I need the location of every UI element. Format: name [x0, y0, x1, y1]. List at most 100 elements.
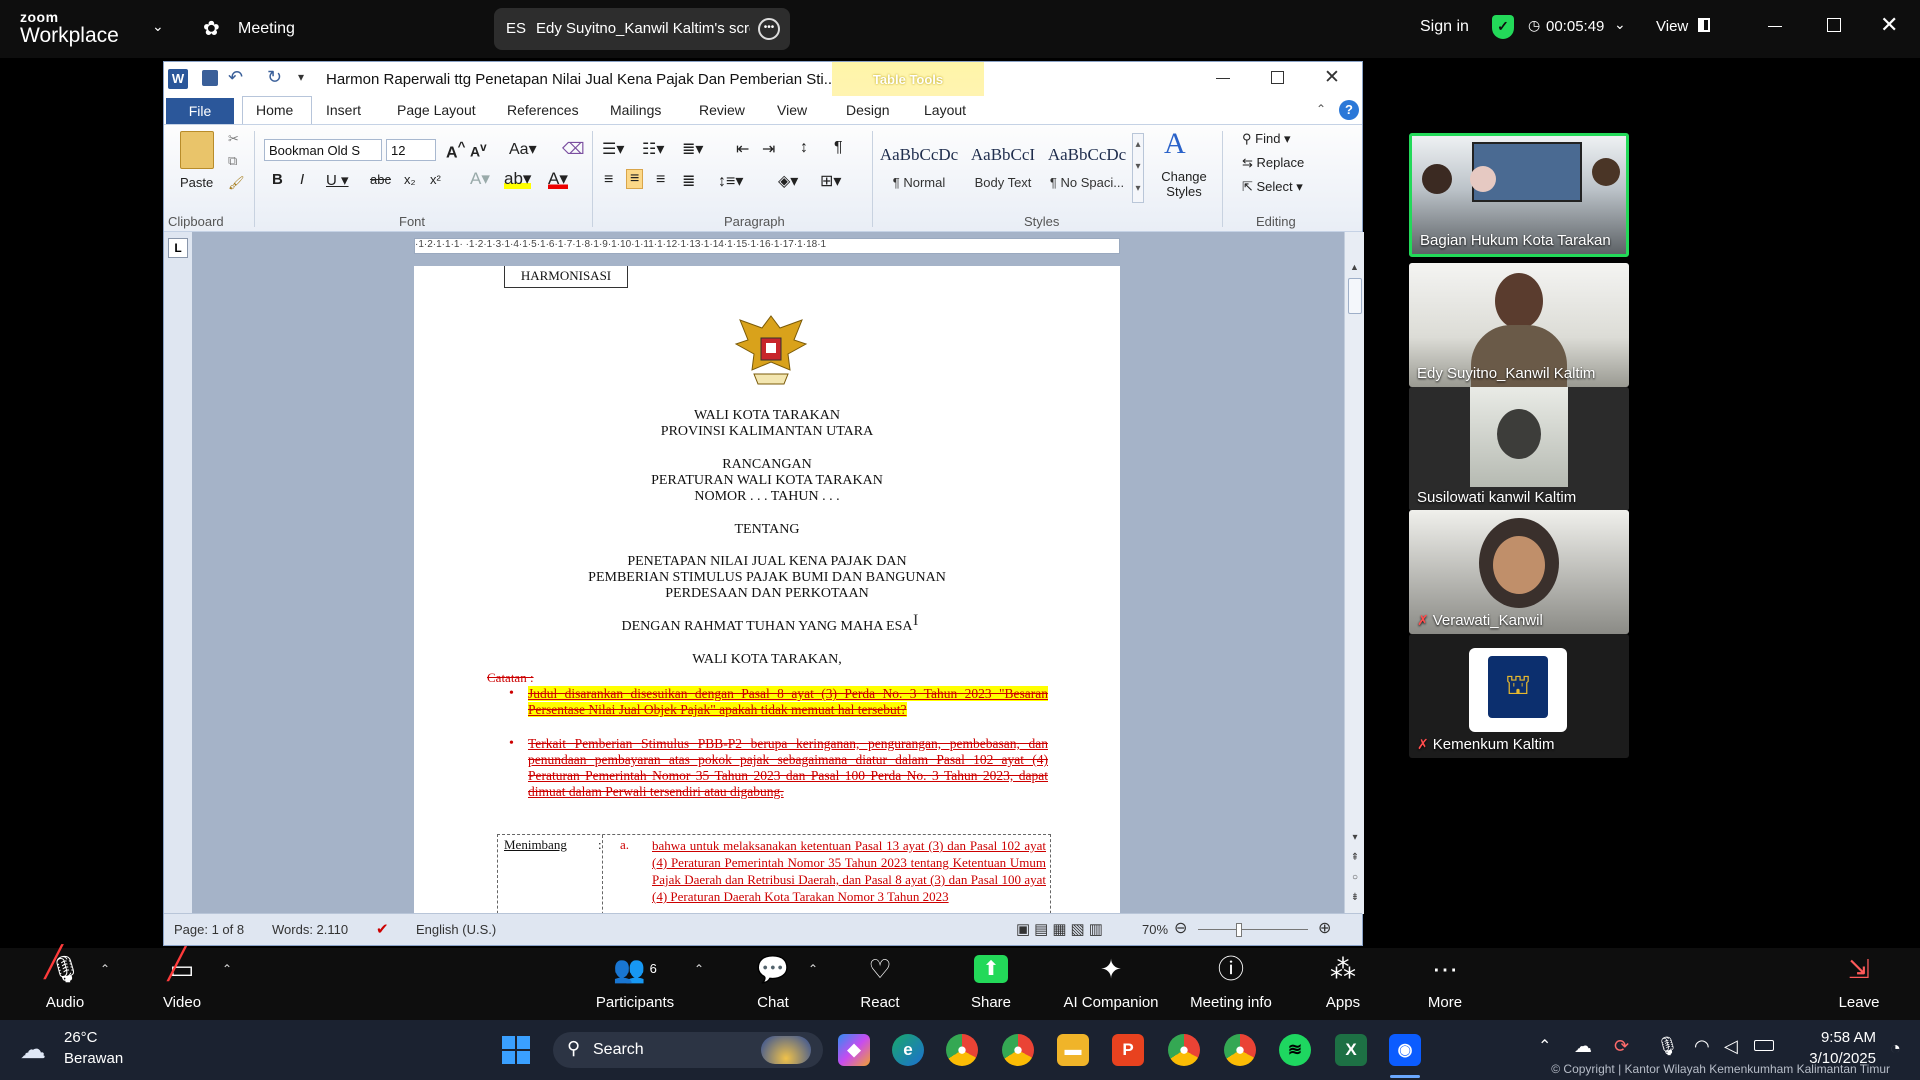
minimize-icon[interactable] [1768, 26, 1782, 27]
tab-mailings[interactable]: Mailings [610, 102, 661, 118]
qat-dropdown-icon[interactable]: ▾ [298, 70, 304, 84]
shield-check-icon[interactable]: ✓ [1492, 15, 1514, 39]
microphone-icon[interactable]: 🎙 [1656, 1036, 1679, 1057]
tray-chevron-icon[interactable]: ⌃ [1538, 1036, 1551, 1056]
chevron-down-icon[interactable]: ⌄ [152, 18, 164, 35]
spotify-icon[interactable]: ≋ [1279, 1034, 1311, 1066]
style-body-text[interactable]: AaBbCcI Body Text [962, 133, 1044, 203]
zoom-out-icon[interactable]: ⊖ [1174, 918, 1187, 938]
browse-object-icon[interactable]: ▾ ⇞ ○ ⇟ [1345, 828, 1365, 908]
justify-icon[interactable]: ≣ [682, 171, 695, 191]
document-page[interactable]: HARMONISASI WALI KOTA TARAKAN PROVINSI K… [414, 266, 1120, 914]
collapse-ribbon-icon[interactable]: ⌃ [1316, 102, 1326, 116]
close-icon[interactable]: ✕ [1880, 12, 1898, 38]
find-button[interactable]: ⚲ Find ▾ [1242, 131, 1291, 147]
copy-icon[interactable]: ⧉ [228, 153, 237, 169]
align-right-icon[interactable]: ≡ [656, 171, 665, 189]
line-spacing-icon[interactable]: ↕≡▾ [718, 171, 743, 191]
chrome-profile-icon[interactable]: ● [1224, 1034, 1256, 1066]
onedrive-icon[interactable]: ☁ [1574, 1036, 1592, 1057]
help-icon[interactable]: ? [1339, 100, 1359, 120]
word-count[interactable]: Words: 2.110 [272, 922, 348, 937]
start-icon[interactable] [502, 1036, 530, 1064]
sign-in-link[interactable]: Sign in [1420, 18, 1469, 36]
edge-icon[interactable]: e [892, 1034, 924, 1066]
excel-icon[interactable]: X [1335, 1034, 1367, 1066]
show-marks-icon[interactable]: ¶ [834, 139, 843, 157]
word-app-icon[interactable]: W [168, 69, 188, 89]
scroll-thumb[interactable] [1347, 278, 1362, 314]
paste-button[interactable]: Paste [180, 175, 213, 190]
bullets-icon[interactable]: ☰▾ [602, 139, 624, 159]
highlight-icon[interactable]: ab▾ [504, 169, 532, 189]
proofing-icon[interactable]: ✔ [376, 920, 389, 938]
share-button[interactable]: ⬆ Share [936, 948, 1046, 1011]
page-count[interactable]: Page: 1 of 8 [174, 922, 244, 937]
layout-icon[interactable] [1698, 18, 1710, 32]
style-no-spacing[interactable]: AaBbCcDc ¶ No Spaci... [1046, 133, 1128, 203]
weather-cloud-icon[interactable]: ☁ [20, 1034, 46, 1065]
styles-scroll[interactable]: ▴ ▾ ▾ [1132, 133, 1144, 203]
audio-caret-icon[interactable]: ⌃ [100, 962, 110, 976]
replace-button[interactable]: ⇆ Replace [1242, 155, 1304, 171]
meeting-info-button[interactable]: ⓘ Meeting info [1176, 948, 1286, 1011]
tab-home[interactable]: Home [256, 102, 293, 118]
participant-tile[interactable]: Edy Suyitno_Kanwil Kaltim [1409, 263, 1629, 387]
chat-button[interactable]: 💬 Chat [718, 948, 828, 1011]
font-name-combo[interactable]: Bookman Old S [264, 139, 382, 161]
view-button[interactable]: View [1656, 18, 1688, 35]
increase-indent-icon[interactable]: ⇥ [762, 139, 775, 159]
meeting-label[interactable]: Meeting [238, 20, 295, 38]
clear-formatting-icon[interactable]: ⌫ [562, 139, 585, 159]
vertical-scrollbar[interactable]: ▲ ▾ ⇞ ○ ⇟ [1344, 232, 1364, 914]
underline-button[interactable]: U ▾ [326, 171, 349, 189]
video-button[interactable]: ▭ ╱ Video [127, 948, 237, 1011]
zoom-slider[interactable] [1198, 929, 1308, 930]
tab-design[interactable]: Design [846, 102, 890, 118]
align-left-icon[interactable]: ≡ [604, 171, 613, 189]
tab-selector-icon[interactable]: L [168, 238, 188, 258]
paste-icon[interactable] [180, 131, 214, 169]
pdf-reader-icon[interactable]: P [1112, 1034, 1144, 1066]
horizontal-ruler[interactable]: ·1·2·1·1·1· ·1·2·1·3·1·4·1·5·1·6·1·7·1·8… [414, 238, 1120, 254]
undo-icon[interactable]: ↶ [228, 67, 243, 88]
participants-button[interactable]: 👥 6 Participants [580, 948, 690, 1011]
restore-icon[interactable] [1827, 18, 1841, 32]
cut-icon[interactable]: ✂ [228, 131, 239, 147]
sync-icon[interactable]: ⟳ [1614, 1036, 1629, 1057]
align-center-icon[interactable]: ≡ [626, 169, 644, 189]
save-icon[interactable] [202, 70, 218, 86]
tab-page-layout[interactable]: Page Layout [397, 102, 476, 118]
font-color-icon[interactable]: A▾ [548, 169, 568, 189]
chrome-profile-icon[interactable]: ● [1002, 1034, 1034, 1066]
scroll-up-icon[interactable]: ▲ [1345, 262, 1364, 272]
tab-review[interactable]: Review [699, 102, 745, 118]
more-button[interactable]: ⋯ More [1390, 948, 1500, 1011]
italic-button[interactable]: I [300, 171, 304, 188]
language[interactable]: English (U.S.) [416, 922, 496, 937]
weather-temp[interactable]: 26°C [64, 1029, 98, 1046]
redo-icon[interactable]: ↻ [267, 67, 282, 88]
style-normal[interactable]: AaBbCcDc ¶ Normal [878, 133, 960, 203]
menimbang-table[interactable]: Menimbang : a. bahwa untuk melaksanakan … [497, 834, 1051, 914]
audio-button[interactable]: 🎙 ╱ Audio [10, 946, 120, 1011]
chat-caret-icon[interactable]: ⌃ [808, 962, 818, 976]
tab-view[interactable]: View [777, 102, 807, 118]
shading-icon[interactable]: ◈▾ [778, 171, 798, 191]
more-options-icon[interactable]: ••• [758, 18, 780, 40]
notification-icon[interactable]: ◔ [1890, 1038, 1901, 1059]
superscript-button[interactable]: x² [430, 172, 441, 187]
participants-caret-icon[interactable]: ⌃ [694, 962, 704, 976]
tab-layout[interactable]: Layout [924, 102, 966, 118]
text-effects-icon[interactable]: A▾ [470, 169, 490, 189]
participant-tile[interactable]: Bagian Hukum Kota Tarakan [1409, 133, 1629, 257]
decrease-indent-icon[interactable]: ⇤ [736, 139, 749, 159]
view-buttons-icon[interactable]: ▣▤▦▧▥ [1016, 920, 1107, 938]
tab-file[interactable]: File [166, 98, 234, 124]
volume-icon[interactable]: ◁ [1724, 1036, 1738, 1057]
change-styles-icon[interactable]: A [1164, 127, 1186, 161]
taskbar-search[interactable]: ⚲ Search [553, 1032, 823, 1068]
zoom-app-icon[interactable]: ◉ [1389, 1034, 1421, 1066]
subscript-button[interactable]: x₂ [404, 172, 416, 187]
battery-icon[interactable] [1754, 1040, 1774, 1051]
